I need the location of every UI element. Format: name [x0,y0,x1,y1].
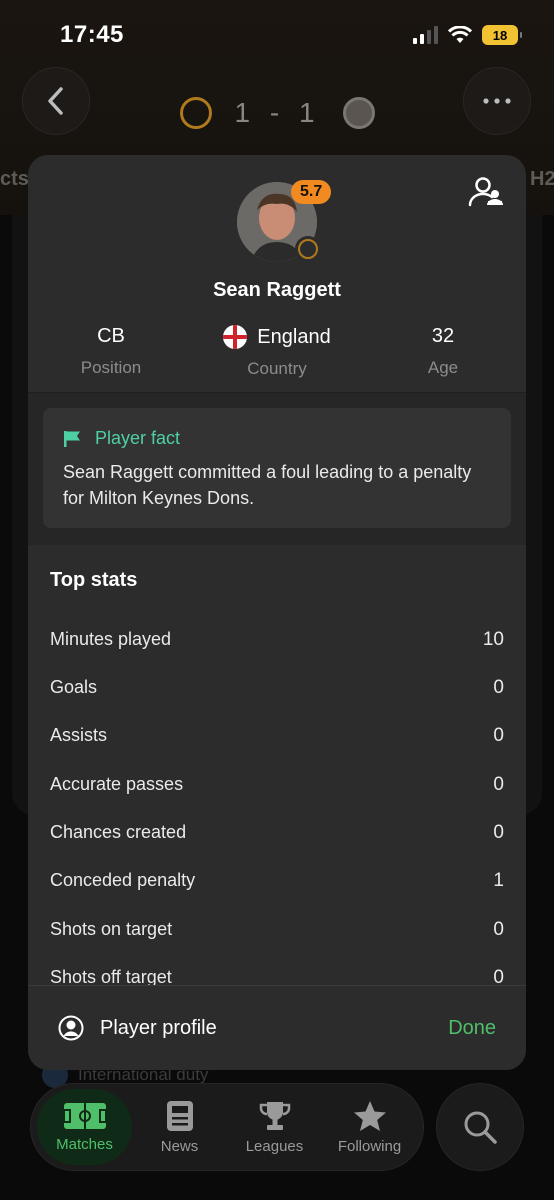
flag-icon [64,430,80,447]
player-rating-badge: 5.7 [291,180,332,204]
player-profile-icon [58,1015,84,1041]
tab-h2h-partial[interactable]: H2 [530,168,554,191]
player-name: Sean Raggett [213,279,341,301]
nav-label-matches: Matches [56,1135,113,1153]
nav-label-leagues: Leagues [245,1137,304,1155]
person-profile-icon [468,177,503,207]
done-button[interactable]: Done [448,1017,496,1040]
age-label: Age [427,358,459,377]
england-flag-icon [223,325,248,349]
stat-value: 0 [493,677,504,698]
search-button[interactable] [436,1083,524,1171]
stat-value: 10 [482,629,504,650]
star-icon [353,1100,386,1131]
stat-value: 0 [493,774,504,795]
sheet-footer: Player profile Done [28,985,526,1070]
trophy-icon [259,1101,290,1130]
nav-label-news: News [160,1137,199,1155]
age-value: 32 [431,325,455,347]
stat-label: Shots on target [50,919,173,939]
away-team-badge-icon [343,97,375,129]
position-info: CB Position [28,325,194,379]
status-bar: 17:45 18 [0,0,554,70]
cellular-signal-icon [413,26,438,44]
more-dots-icon [483,98,511,104]
tab-facts-partial[interactable]: cts [0,168,29,191]
player-fact-title: Player fact [95,428,181,448]
stat-row: Chances created 0 [50,822,504,844]
search-icon [464,1111,497,1144]
stat-label: Goals [50,677,98,697]
nav-item-following[interactable]: Following [322,1089,417,1165]
stat-value: 0 [493,822,504,843]
country-label: Country [247,359,307,378]
news-icon [166,1100,193,1131]
player-fact-section: Player fact Sean Raggett committed a fou… [28,393,526,545]
stat-label: Minutes played [50,629,172,649]
stat-row: Shots on target 0 [50,919,504,941]
stat-label: Assists [50,725,108,745]
home-team-badge-icon [180,97,212,129]
status-time: 17:45 [60,21,124,48]
more-options-button[interactable] [463,67,531,135]
match-score: 1 - 1 [234,97,321,128]
stat-row: Assists 0 [50,725,504,747]
nav-item-matches[interactable]: Matches [37,1089,132,1165]
stat-row: Accurate passes 0 [50,774,504,796]
position-label: Position [80,358,142,377]
player-profile-icon-button[interactable] [468,177,504,212]
nav-label-following: Following [337,1137,402,1155]
player-avatar-group: 5.7 [237,180,332,262]
player-fact-card: Player fact Sean Raggett committed a fou… [43,408,511,528]
chevron-left-icon [48,87,63,115]
nav-item-leagues[interactable]: Leagues [227,1089,322,1165]
player-fact-text: Sean Raggett committed a foul leading to… [63,462,472,508]
stat-value: 0 [493,919,504,940]
wifi-icon [448,26,472,43]
club-badge-icon [295,236,321,262]
top-stats-title: Top stats [50,569,138,591]
stat-row: Minutes played 10 [50,629,504,651]
score-row: 1 - 1 [180,92,375,134]
bottom-navigation: Matches News Leagues Following [30,1083,424,1171]
country-info[interactable]: England Country [194,325,360,379]
player-profile-label: Player profile [100,1016,217,1039]
back-button[interactable] [22,67,90,135]
stat-label: Accurate passes [50,774,184,794]
battery-indicator: 18 [482,25,522,45]
stat-value: 0 [493,725,504,746]
nav-item-news[interactable]: News [132,1089,227,1165]
player-profile-button[interactable]: Player profile [58,1015,217,1041]
position-value: CB [97,325,125,347]
stat-label: Chances created [50,822,187,842]
player-sheet: 5.7 Sean Raggett CB Position England Cou… [28,155,526,1070]
country-value: England [257,325,331,348]
stat-label: Conceded penalty [50,870,196,890]
stat-value: 1 [493,870,504,891]
age-info: 32 Age [360,325,526,379]
stat-row: Goals 0 [50,677,504,699]
stat-row: Conceded penalty 1 [50,870,504,892]
pitch-icon [62,1102,107,1129]
status-indicators: 18 [413,25,522,45]
player-info-row: CB Position England Country 32 Age [28,325,526,379]
